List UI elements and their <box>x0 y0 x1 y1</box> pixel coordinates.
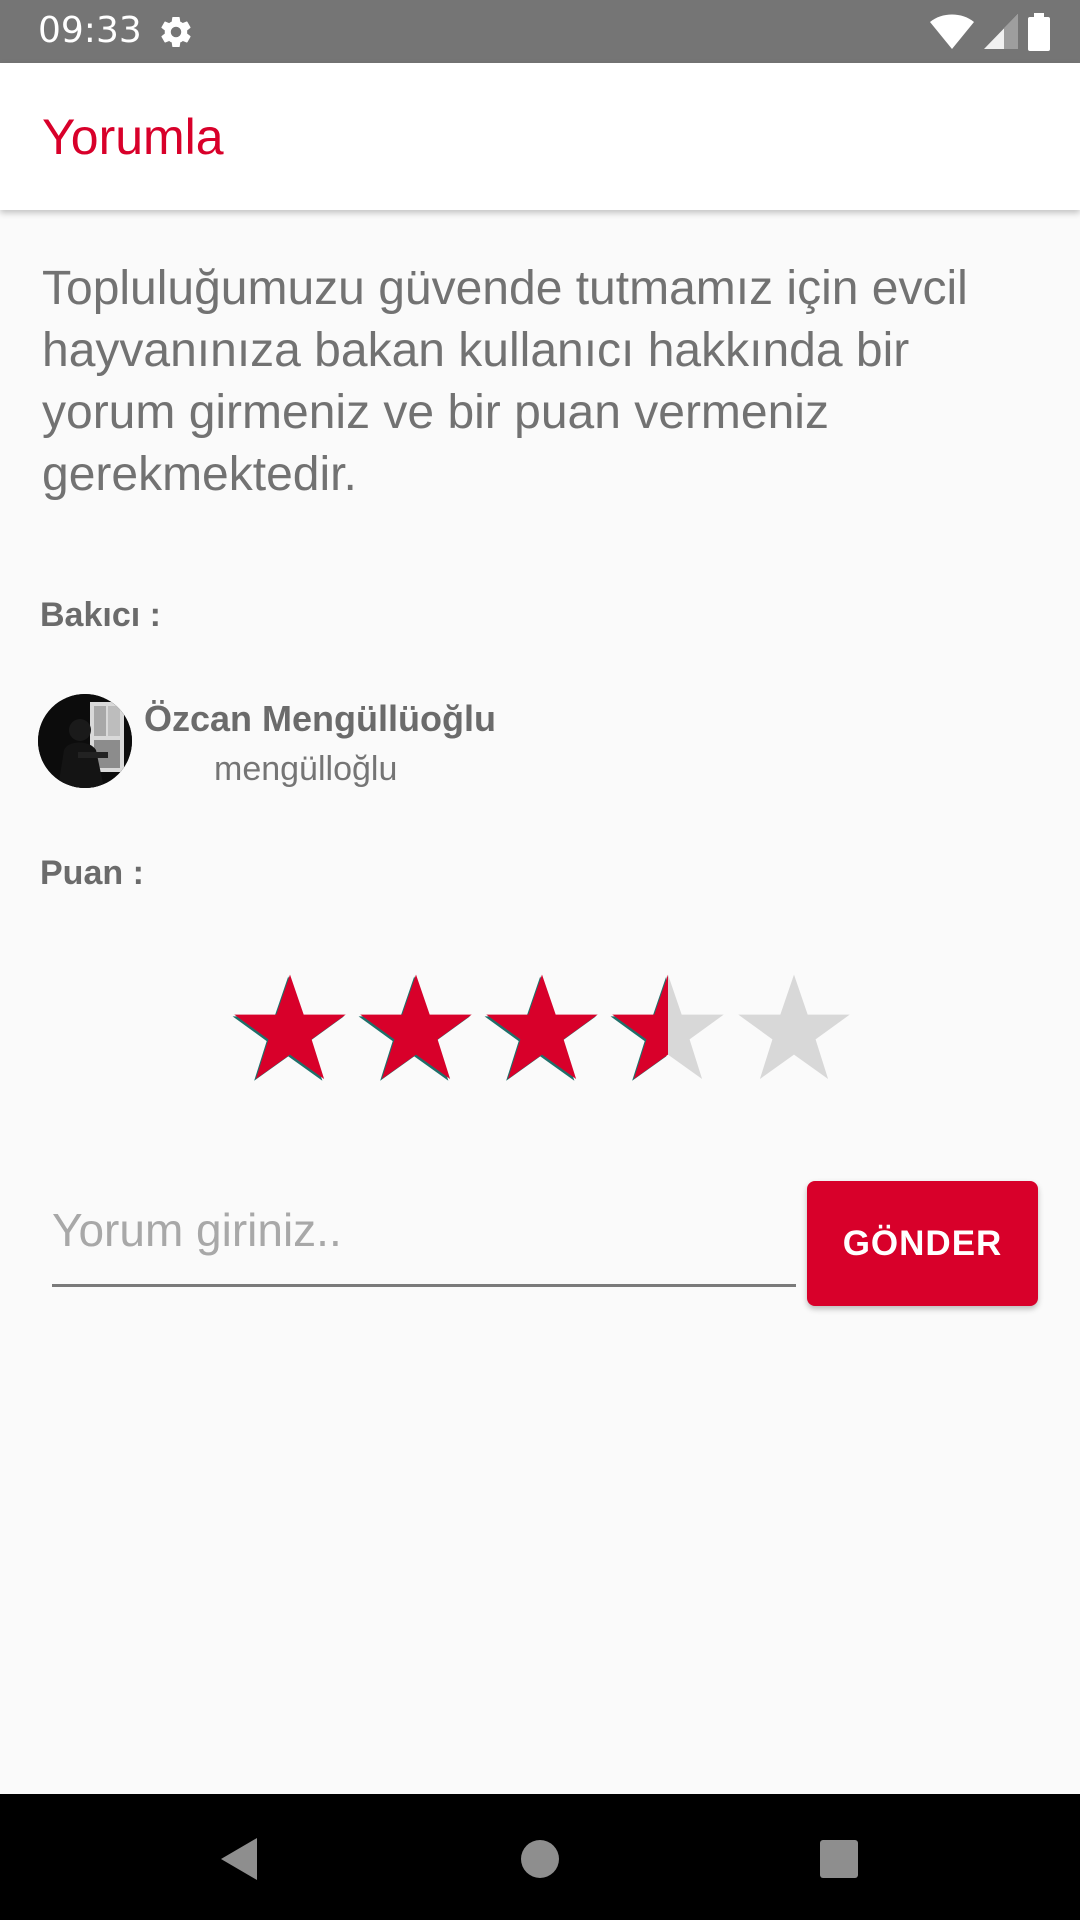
rating-star-5[interactable] <box>736 970 852 1086</box>
navigation-bar <box>0 1794 1080 1920</box>
carer-name: Özcan Mengüllüoğlu <box>144 698 496 739</box>
home-icon[interactable] <box>513 1832 567 1886</box>
carer-label: Bakıcı : <box>40 596 161 634</box>
wifi-icon <box>930 14 974 49</box>
carer-username: mengülloğlu <box>214 750 398 788</box>
back-icon[interactable] <box>213 1832 267 1886</box>
avatar-photo <box>38 694 132 788</box>
comment-input[interactable] <box>52 1182 796 1287</box>
rating-star-3[interactable] <box>484 970 600 1086</box>
status-time: 09:33 <box>38 10 142 51</box>
recents-icon[interactable] <box>812 1832 866 1886</box>
rating-star-4[interactable] <box>610 970 726 1086</box>
intro-text: Topluluğumuzu güvende tutmamız için evci… <box>42 262 968 501</box>
status-icons <box>930 12 1050 52</box>
status-bar: 09:33 <box>0 0 1080 63</box>
signal-icon <box>984 14 1018 49</box>
rating-bar[interactable] <box>232 970 852 1086</box>
page-title: Yorumla <box>42 109 224 165</box>
avatar[interactable] <box>38 694 132 788</box>
rating-star-2[interactable] <box>358 970 474 1086</box>
app-bar: Yorumla <box>0 63 1080 210</box>
gear-icon <box>161 17 191 48</box>
rating-star-1[interactable] <box>232 970 348 1086</box>
battery-icon <box>1028 13 1050 51</box>
rating-label: Puan : <box>40 854 144 892</box>
send-button[interactable]: GÖNDER <box>807 1181 1038 1306</box>
